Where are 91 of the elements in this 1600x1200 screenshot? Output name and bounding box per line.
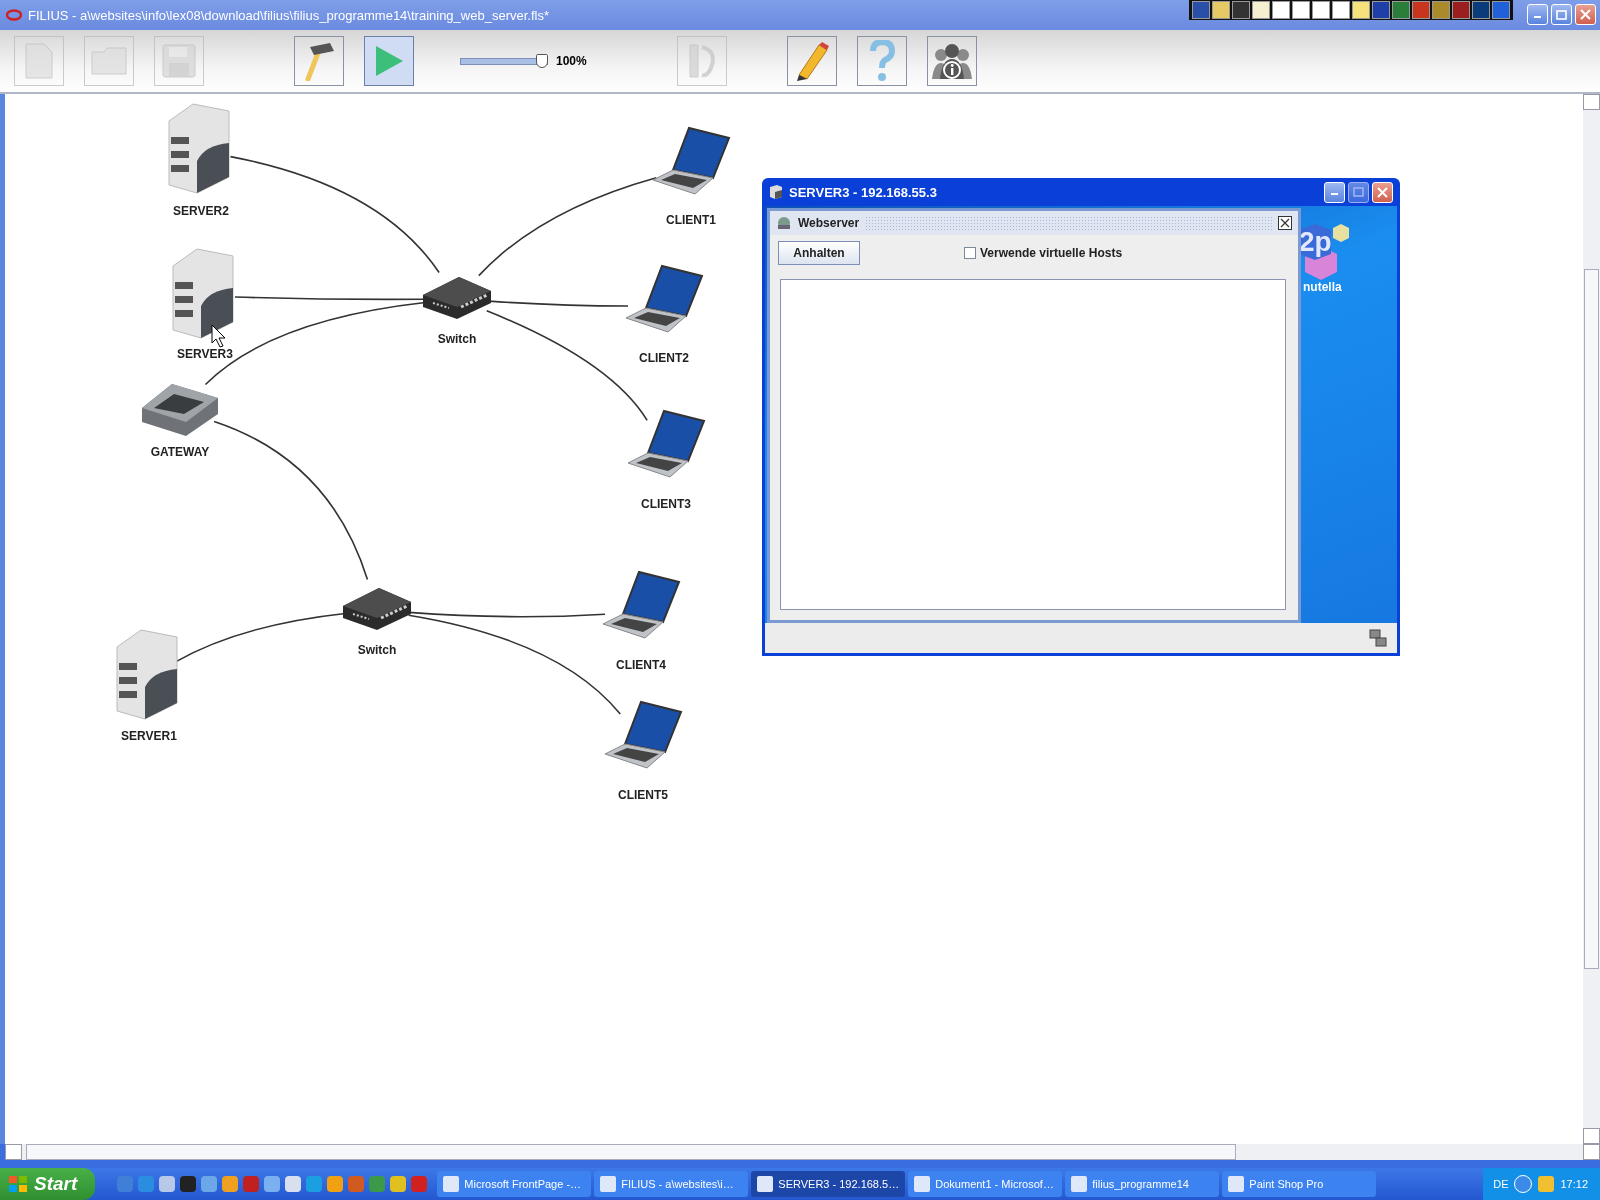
server-icon — [769, 184, 783, 200]
language-indicator[interactable]: DE — [1493, 1178, 1509, 1190]
node-label: CLIENT2 — [639, 351, 689, 365]
close-button[interactable] — [1575, 4, 1596, 25]
app-icon[interactable] — [1352, 1, 1370, 19]
maximize-icon — [1556, 9, 1567, 20]
laptop-icon — [627, 409, 706, 478]
maximize-button[interactable] — [1551, 4, 1572, 25]
app-icon[interactable] — [1332, 1, 1350, 19]
node-label: Switch — [437, 332, 477, 346]
checkbox[interactable] — [964, 247, 976, 259]
switch-icon — [343, 588, 411, 630]
close-icon — [1377, 186, 1388, 198]
taskbar-button[interactable]: Dokument1 - Microsof… — [908, 1171, 1063, 1197]
app-icon[interactable] — [285, 1176, 302, 1192]
people-info-icon — [929, 41, 974, 81]
app-icon[interactable] — [1252, 1, 1270, 19]
app-icon[interactable] — [1492, 1, 1510, 19]
slider-thumb[interactable] — [535, 53, 548, 68]
app-icon[interactable] — [264, 1176, 281, 1192]
app-icon[interactable] — [1412, 1, 1430, 19]
vertical-scrollbar[interactable] — [1583, 94, 1600, 1144]
horizontal-scrollbar[interactable] — [5, 1144, 1600, 1160]
server-icon — [116, 629, 178, 720]
router-icon — [142, 384, 218, 436]
windows-icon — [1369, 629, 1387, 647]
zoom-slider[interactable] — [460, 57, 548, 65]
minimize-button[interactable] — [1324, 181, 1345, 203]
app-icon[interactable] — [1272, 1, 1290, 19]
laptop-icon — [602, 570, 681, 639]
node-label: Switch — [357, 643, 397, 657]
design-button[interactable] — [294, 36, 344, 86]
app-icon[interactable] — [1452, 1, 1470, 19]
app-icon[interactable] — [222, 1176, 239, 1192]
app-icon[interactable] — [180, 1176, 197, 1192]
maximize-button[interactable] — [1348, 181, 1369, 203]
help-icon — [868, 40, 895, 82]
server-icon — [168, 103, 230, 194]
taskbar-button[interactable]: Paint Shop Pro — [1222, 1171, 1377, 1197]
node-label: SERVER3 — [177, 347, 233, 361]
node-label: SERVER2 — [173, 204, 229, 218]
app-icon[interactable] — [1192, 1, 1210, 19]
hammer-icon — [302, 41, 336, 81]
close-icon — [1580, 9, 1591, 20]
app-icon[interactable] — [1312, 1, 1330, 19]
close-icon[interactable] — [1278, 216, 1292, 230]
laptop-icon — [604, 700, 683, 769]
node-label: CLIENT1 — [666, 213, 716, 227]
laptop-icon — [625, 264, 704, 333]
taskbar-button[interactable]: SERVER3 - 192.168.5… — [751, 1171, 906, 1197]
zoom-reading: 100% — [556, 54, 587, 68]
play-icon — [373, 44, 405, 78]
node-label: CLIENT3 — [641, 497, 691, 511]
node-label: CLIENT5 — [618, 788, 668, 802]
simulate-button[interactable] — [364, 36, 414, 86]
app-icon[interactable] — [159, 1176, 176, 1192]
node-label: CLIENT4 — [616, 658, 666, 672]
windows-logo-icon — [8, 1175, 28, 1193]
close-button[interactable] — [1372, 181, 1393, 203]
virtual-hosts-checkbox[interactable]: Verwende virtuelle Hosts — [964, 246, 1123, 260]
node-label: SERVER1 — [121, 729, 177, 743]
taskbar-button[interactable]: FILIUS - a\websites\i… — [594, 1171, 749, 1197]
node-label: GATEWAY — [150, 445, 210, 459]
window-title: FILIUS - a\websites\info\lex08\download\filius\filius_programme14\training_web_server.fls* — [28, 7, 549, 23]
app-icon[interactable] — [1292, 1, 1310, 19]
app-icon[interactable] — [1372, 1, 1390, 19]
app-icon[interactable] — [1472, 1, 1490, 19]
taskbar-button[interactable]: Microsoft FrontPage -… — [437, 1171, 592, 1197]
maximize-icon — [1353, 187, 1364, 197]
help-button[interactable] — [856, 36, 907, 86]
taskbar-button[interactable]: filius_programme14 — [1065, 1171, 1220, 1197]
app-icon[interactable] — [390, 1176, 407, 1192]
switch-icon — [423, 277, 491, 319]
desktop-icon-label[interactable]: nutella — [1303, 280, 1342, 294]
app-icon[interactable] — [201, 1176, 218, 1192]
info-button[interactable] — [926, 36, 977, 86]
minimize-button[interactable] — [1527, 4, 1548, 25]
panel-title: Webserver — [798, 216, 860, 230]
stop-button[interactable]: Anhalten — [778, 241, 860, 265]
mouse-cursor-icon — [211, 324, 226, 348]
clock: 17:12 — [1560, 1178, 1588, 1190]
dialog-title: SERVER3 - 192.168.55.3 — [789, 184, 937, 200]
edit-button[interactable] — [786, 36, 837, 86]
app-icon[interactable] — [1232, 1, 1250, 19]
start-button[interactable]: Start — [0, 1168, 96, 1200]
document-icon — [24, 42, 54, 80]
laptop-icon — [652, 126, 731, 195]
server-icon — [172, 248, 234, 339]
app-icon[interactable] — [327, 1176, 344, 1192]
folder-icon — [90, 46, 128, 76]
app-logo-icon — [6, 9, 22, 21]
